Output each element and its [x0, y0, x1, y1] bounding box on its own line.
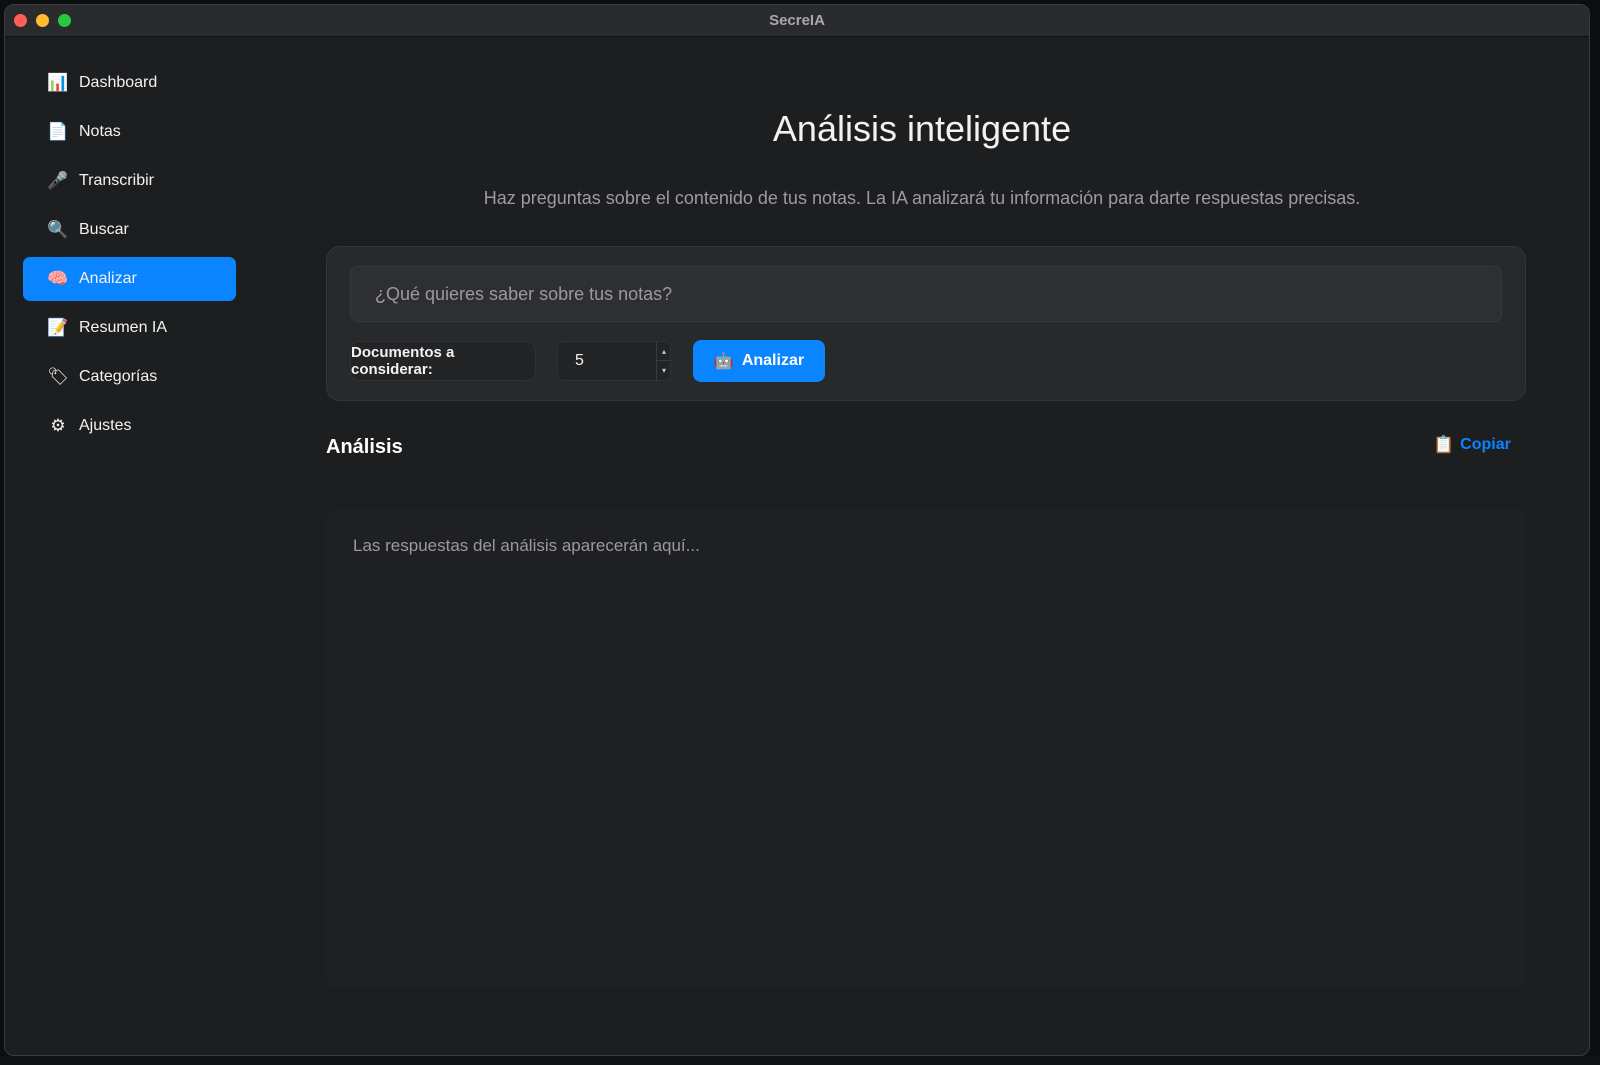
memo-icon: 📝 — [47, 318, 69, 337]
sidebar-item-label: Transcribir — [79, 172, 154, 189]
clipboard-icon: 📋 — [1433, 435, 1455, 454]
bar-chart-icon: 📊 — [47, 73, 69, 92]
sidebar-item-transcribir[interactable]: 🎤 Transcribir — [23, 159, 236, 203]
brain-icon: 🧠 — [47, 269, 69, 288]
background-terminal-strip — [0, 1056, 1600, 1065]
sidebar-item-label: Notas — [79, 123, 121, 140]
analysis-section-title: Análisis — [326, 436, 403, 458]
sidebar-item-label: Analizar — [79, 270, 137, 287]
page-title: Análisis inteligente — [772, 108, 1072, 149]
question-input[interactable] — [350, 266, 1502, 322]
sidebar-item-ajustes[interactable]: ⚙ Ajustes — [23, 404, 236, 448]
analysis-result-area[interactable]: Las respuestas del análisis aparecerán a… — [326, 508, 1526, 988]
documents-label: Documentos a considerar: — [350, 341, 536, 381]
stepper-arrows: ▴ ▾ — [656, 342, 671, 380]
analyze-button-label: Analizar — [741, 352, 805, 369]
window-title: SecreIA — [769, 12, 825, 29]
sidebar-item-notas[interactable]: 📄 Notas — [23, 110, 236, 154]
close-window-button[interactable] — [14, 14, 27, 27]
sidebar-item-buscar[interactable]: 🔍 Buscar — [23, 208, 236, 252]
query-card: Documentos a considerar: 5 ▴ ▾ 🤖 Analiza… — [326, 246, 1526, 401]
sidebar-item-label: Dashboard — [79, 74, 158, 91]
page-subtitle: Haz preguntas sobre el contenido de tus … — [483, 188, 1361, 208]
sidebar-item-dashboard[interactable]: 📊 Dashboard — [23, 61, 236, 105]
result-placeholder: Las respuestas del análisis aparecerán a… — [353, 536, 700, 555]
sidebar-item-label: Buscar — [79, 221, 129, 238]
microphone-icon: 🎤 — [47, 171, 69, 190]
maximize-window-button[interactable] — [58, 14, 71, 27]
analyze-button[interactable]: 🤖 Analizar — [693, 340, 825, 382]
sidebar-item-analizar[interactable]: 🧠 Analizar — [23, 257, 236, 301]
document-icon: 📄 — [47, 122, 69, 141]
robot-icon: 🤖 — [713, 353, 734, 370]
documents-stepper[interactable]: 5 ▴ ▾ — [557, 341, 671, 381]
sidebar: 📊 Dashboard 📄 Notas 🎤 Transcribir 🔍 Busc… — [5, 38, 255, 1055]
gear-icon: ⚙ — [50, 416, 66, 435]
documents-count-value[interactable]: 5 — [575, 352, 584, 370]
app-window: SecreIA 📊 Dashboard 📄 Notas 🎤 Transcribi… — [4, 4, 1590, 1056]
sidebar-item-categorias[interactable]: 🏷 Categorías — [23, 355, 236, 399]
copy-button[interactable]: 📋 Copiar — [1433, 435, 1511, 455]
stepper-decrement-button[interactable]: ▾ — [657, 361, 671, 380]
title-bar: SecreIA — [5, 5, 1589, 37]
tag-icon: 🏷 — [47, 367, 69, 386]
sidebar-item-label: Ajustes — [79, 417, 132, 434]
window-controls — [14, 14, 71, 27]
sidebar-item-resumen-ia[interactable]: 📝 Resumen IA — [23, 306, 236, 350]
sidebar-item-label: Categorías — [79, 368, 158, 385]
sidebar-item-label: Resumen IA — [79, 319, 168, 336]
search-icon: 🔍 — [47, 220, 69, 239]
main-content: Análisis inteligente Haz preguntas sobre… — [255, 38, 1589, 1055]
stepper-increment-button[interactable]: ▴ — [657, 342, 671, 361]
copy-button-label: Copiar — [1460, 436, 1511, 453]
minimize-window-button[interactable] — [36, 14, 49, 27]
